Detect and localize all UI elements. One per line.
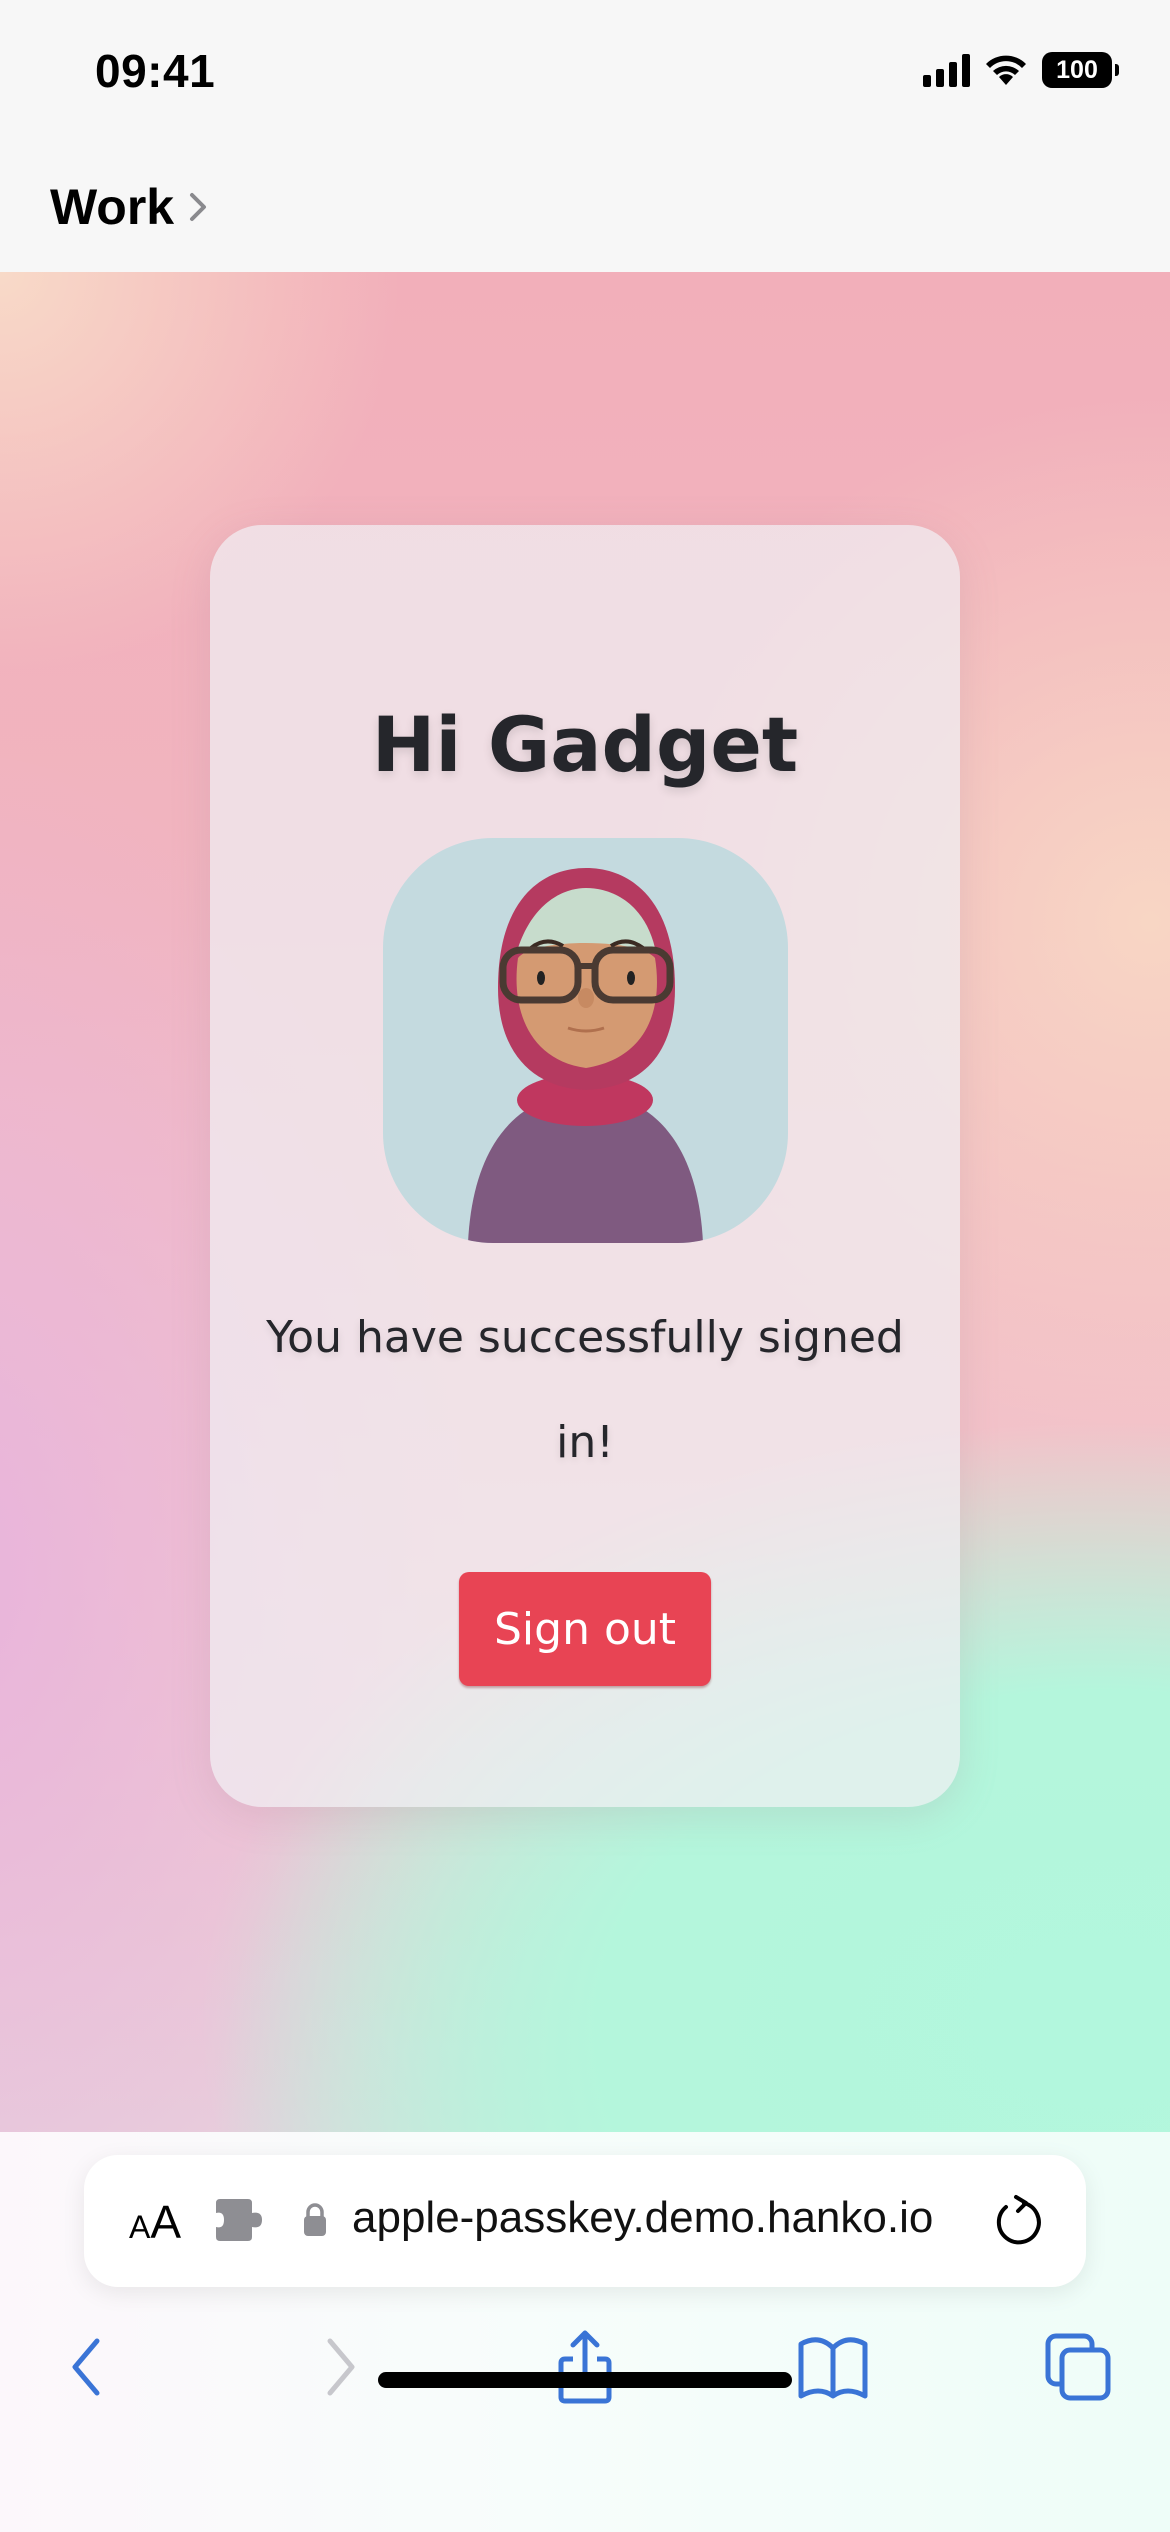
web-content: Hi Gadget You have successfully signed i…: [0, 272, 1170, 2132]
battery-level: 100: [1056, 55, 1098, 84]
browser-toolbar: AA apple-passkey.demo.hanko.io: [0, 2132, 1170, 2532]
text-size-button[interactable]: AA: [129, 2195, 181, 2249]
bookmarks-button[interactable]: [788, 2322, 878, 2412]
back-button[interactable]: [42, 2322, 132, 2412]
url-text[interactable]: apple-passkey.demo.hanko.io: [352, 2193, 933, 2243]
sign-out-button[interactable]: Sign out: [459, 1572, 711, 1686]
cellular-signal-icon: [923, 53, 970, 87]
wifi-icon: [986, 55, 1026, 85]
home-indicator[interactable]: [378, 2372, 792, 2388]
chevron-left-icon: [72, 2338, 100, 2396]
reload-icon[interactable]: [990, 2193, 1046, 2249]
tabs-button[interactable]: [1034, 2322, 1124, 2412]
share-button[interactable]: [540, 2322, 630, 2412]
chevron-right-icon: [327, 2338, 355, 2396]
extension-puzzle-icon[interactable]: [214, 2197, 264, 2243]
chevron-right-icon: [190, 193, 207, 221]
text-size-icon-large: A: [150, 2196, 182, 2248]
success-message: You have successfully signed in!: [266, 1312, 904, 1468]
status-bar: 09:41 100 Work: [0, 0, 1170, 235]
status-time: 09:41: [95, 45, 216, 97]
signed-in-card: Hi Gadget You have successfully signed i…: [210, 525, 960, 1807]
back-to-app-button[interactable]: Work: [50, 178, 210, 236]
book-icon: [798, 2337, 868, 2399]
back-app-label: Work: [50, 179, 175, 235]
avatar: [383, 838, 788, 1243]
text-size-icon-small: A: [129, 2209, 151, 2245]
greeting-title: Hi Gadget: [371, 700, 799, 789]
lock-icon: [304, 2203, 326, 2236]
forward-button[interactable]: [295, 2322, 385, 2412]
avatar-illustration-icon: [468, 868, 703, 1243]
tabs-icon: [1045, 2333, 1111, 2401]
address-bar[interactable]: AA apple-passkey.demo.hanko.io: [84, 2155, 1086, 2287]
share-icon: [558, 2330, 612, 2404]
battery-icon: 100: [1042, 52, 1119, 88]
status-icons: 100: [923, 52, 1119, 88]
